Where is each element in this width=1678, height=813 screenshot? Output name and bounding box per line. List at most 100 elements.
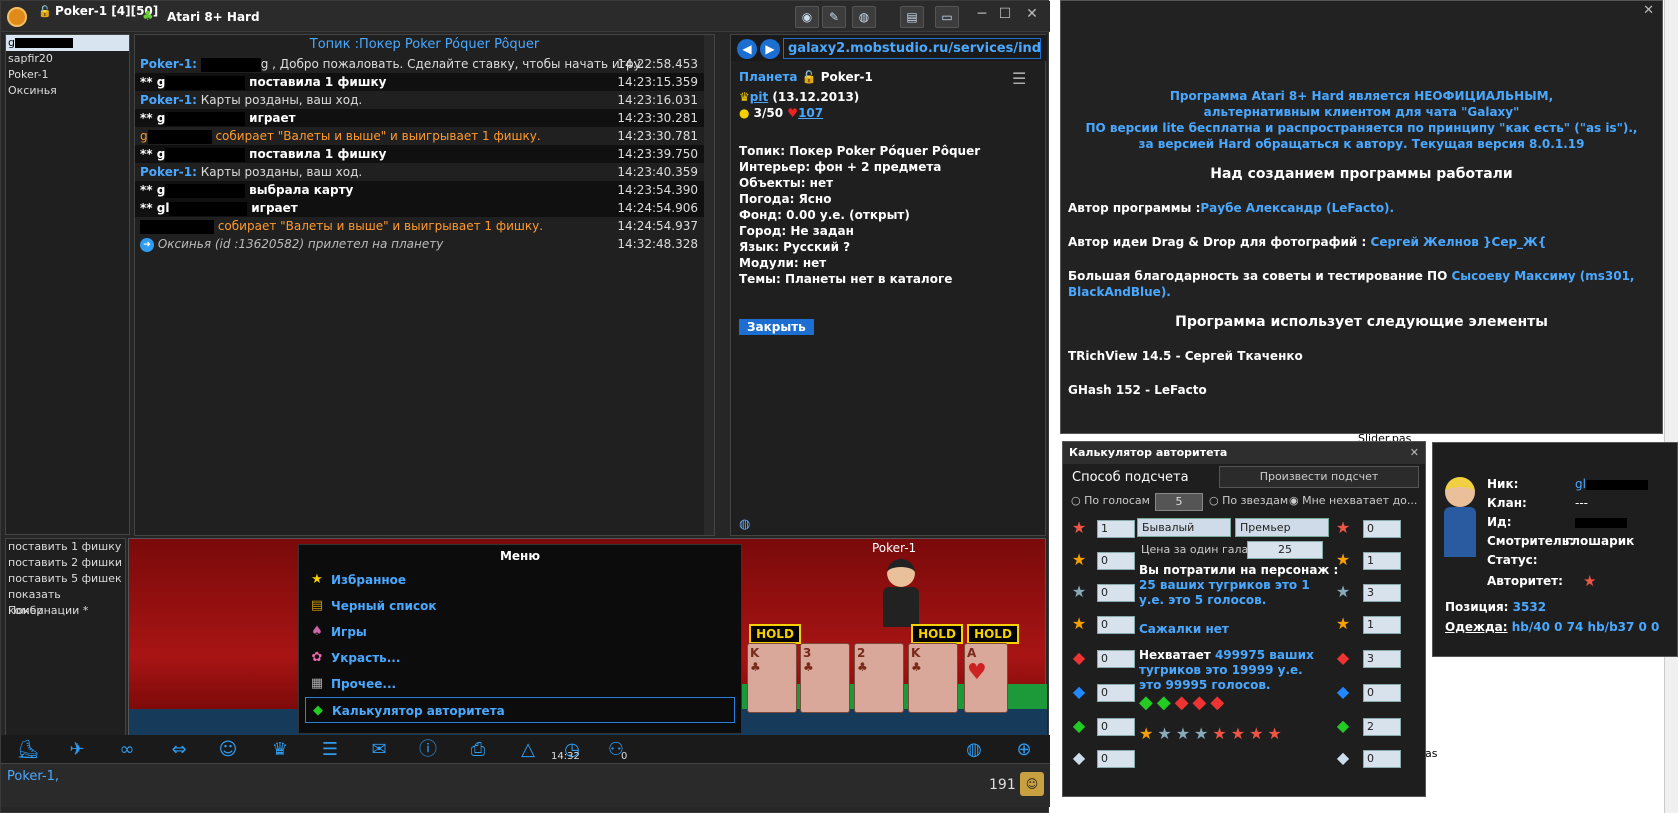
chat-message: ** g поставила 1 фишку 14:23:15.359 — [135, 73, 714, 91]
calc-close-button[interactable]: ✕ — [1410, 442, 1419, 464]
globe-world-icon[interactable]: ⊕ — [1009, 738, 1039, 762]
about-intro: альтернативным клиентом для чата "Galaxy… — [1203, 105, 1520, 119]
person-icon[interactable]: ☺ — [213, 738, 243, 762]
about-heading: Над созданием программы работали — [1210, 166, 1513, 182]
menu-item-favorites[interactable]: ★ Избранное — [305, 567, 735, 593]
left-spinner[interactable]: 0 — [1097, 616, 1135, 634]
radio-by-votes[interactable]: ○ По голосам — [1071, 494, 1150, 507]
arrows-icon[interactable]: ⇔ — [164, 738, 194, 762]
menu-title: Меню — [499, 549, 541, 563]
command-item[interactable]: поставить 5 фишек — [6, 571, 125, 587]
left-spinner[interactable]: 0 — [1097, 718, 1135, 736]
menu-item-authority-calculator[interactable]: ◆ Калькулятор авторитета — [305, 697, 735, 723]
silver-star-icon: ★ — [1071, 550, 1087, 569]
left-spinner[interactable]: 0 — [1097, 750, 1135, 768]
ruby-icon: ◆ — [1072, 648, 1086, 667]
playing-card[interactable]: 2 ♣ — [854, 643, 904, 713]
radio-by-stars[interactable]: ○ По звездам — [1209, 494, 1288, 507]
rank-select-from[interactable]: Бывалый — [1137, 518, 1231, 537]
close-button[interactable]: ✕ — [1021, 6, 1043, 22]
right-spinner[interactable]: 3 — [1363, 650, 1401, 668]
window-icon[interactable]: ▭ — [935, 6, 959, 28]
messages-icon[interactable]: ✉ — [364, 738, 394, 762]
globe-small-icon[interactable]: ◍ — [739, 517, 750, 532]
right-spinner[interactable]: 0 — [1363, 750, 1401, 768]
info-line: Погода: Ясно — [739, 192, 832, 206]
user-item[interactable]: g — [6, 35, 129, 51]
menu-item-other[interactable]: ▦ Прочее... — [305, 671, 735, 697]
command-item[interactable]: поставить 1 фишку — [6, 539, 125, 555]
globe-icon[interactable]: ◍ — [852, 6, 876, 28]
right-spinner[interactable]: 0 — [1363, 520, 1401, 538]
chat-input[interactable]: Poker-1, — [7, 769, 967, 799]
disc-icon[interactable]: ◉ — [795, 6, 819, 28]
minimize-button[interactable]: ─ — [971, 6, 993, 22]
steel-star-icon: ★ — [1335, 582, 1351, 601]
list-view-icon[interactable]: ☰ — [315, 738, 345, 762]
binoculars-icon[interactable]: ∞ — [112, 738, 142, 762]
planet-owner: ♛pit (13.12.2013) — [739, 90, 860, 104]
about-intro: ПО версии lite бесплатна и распространяе… — [1085, 121, 1638, 135]
right-spinner[interactable]: 1 — [1363, 616, 1401, 634]
camera-icon[interactable]: ⎙ — [463, 738, 493, 762]
chat-icon[interactable]: ✎ — [822, 6, 846, 28]
forward-button[interactable]: ▶ — [760, 39, 780, 59]
smiley-button[interactable]: ☺ — [1020, 772, 1044, 796]
chat-message: Poker-1: g , Добро пожаловать. Сделайте … — [140, 57, 698, 72]
chat-input-bar: Poker-1, 191 ☺ — [1, 763, 1050, 807]
back-button[interactable]: ◀ — [737, 39, 757, 59]
info-line[interactable]: Интерьер: фон + 2 предмета — [731, 159, 1045, 175]
close-info-button[interactable]: Закрыть — [739, 319, 814, 335]
bronze-star-icon: ★ — [1335, 518, 1351, 537]
chat-scrollbar[interactable] — [704, 35, 714, 535]
url-field[interactable]: galaxy2.mobstudio.ru/services/index.php — [783, 38, 1041, 59]
triangle-icon[interactable]: △ — [513, 738, 543, 762]
votes-field[interactable]: 5 — [1155, 493, 1203, 511]
compute-button[interactable]: Произвести подсчет — [1219, 466, 1419, 488]
left-spinner[interactable]: 0 — [1097, 684, 1135, 702]
context-menu: Меню ★ Избранное ▤ Черный список ♠ Игры ✿ Ук… — [298, 544, 742, 734]
price-field[interactable]: 25 — [1247, 541, 1323, 559]
user-list: g sapfir20 Poker-1 Оксинья — [5, 34, 130, 535]
playing-card[interactable]: K ♣ — [747, 643, 797, 713]
rank-select-to[interactable]: Премьер галакт — [1235, 518, 1329, 551]
menu-icon[interactable]: ☰ — [1012, 69, 1026, 88]
menu-item-blacklist[interactable]: ▤ Черный список — [305, 593, 735, 619]
info-line: Фонд: 0.00 у.е. (открыт) — [739, 208, 910, 222]
about-close-button[interactable]: ✕ — [1643, 3, 1654, 18]
user-item[interactable]: Poker-1 — [6, 67, 129, 83]
about-lib: GHash 152 - LeFacto — [1068, 383, 1207, 397]
shoe-icon[interactable]: ⛸ — [13, 738, 43, 762]
left-spinner[interactable]: 1 — [1097, 520, 1135, 538]
left-spinner[interactable]: 0 — [1097, 584, 1135, 602]
nick-value[interactable]: gl — [1575, 477, 1648, 491]
char-counter: 191 — [989, 777, 1016, 793]
globe-net-icon[interactable]: ◍ — [959, 738, 989, 762]
url-bar: ◀ ▶ galaxy2.mobstudio.ru/services/index.… — [731, 35, 1047, 61]
right-spinner[interactable]: 0 — [1363, 684, 1401, 702]
playing-card[interactable]: 3 ♣ — [800, 643, 850, 713]
gold-star-icon: ★ — [1335, 614, 1351, 633]
crown-icon[interactable]: ♛ — [265, 738, 295, 762]
playing-card[interactable]: A ♥ — [964, 643, 1008, 713]
right-spinner[interactable]: 1 — [1363, 552, 1401, 570]
plane-icon[interactable]: ✈ — [62, 738, 92, 762]
playing-card[interactable]: K ♣ — [908, 643, 958, 713]
command-item[interactable]: показать комбинации * — [6, 587, 125, 617]
need-text: Нехватает 499975 ваших тугриков это 1999… — [1139, 648, 1314, 692]
right-spinner[interactable]: 3 — [1363, 584, 1401, 602]
radio-missing[interactable]: ◉ Мне нехватает до... — [1289, 494, 1417, 507]
menu-item-games[interactable]: ♠ Игры — [305, 619, 735, 645]
nick-label: Ник: — [1487, 477, 1519, 491]
user-item[interactable]: Оксинья — [6, 83, 129, 99]
left-spinner[interactable]: 0 — [1097, 552, 1135, 570]
user-item[interactable]: sapfir20 — [6, 51, 129, 67]
info-icon[interactable]: ⓘ — [413, 738, 443, 762]
app-logo-icon[interactable] — [7, 7, 27, 27]
right-spinner[interactable]: 2 — [1363, 718, 1401, 736]
left-spinner[interactable]: 0 — [1097, 650, 1135, 668]
book-icon[interactable]: ▤ — [900, 6, 924, 28]
command-item[interactable]: поставить 2 фишки — [6, 555, 125, 571]
maximize-button[interactable]: ☐ — [994, 6, 1016, 22]
menu-item-steal[interactable]: ✿ Украсть... — [305, 645, 735, 671]
